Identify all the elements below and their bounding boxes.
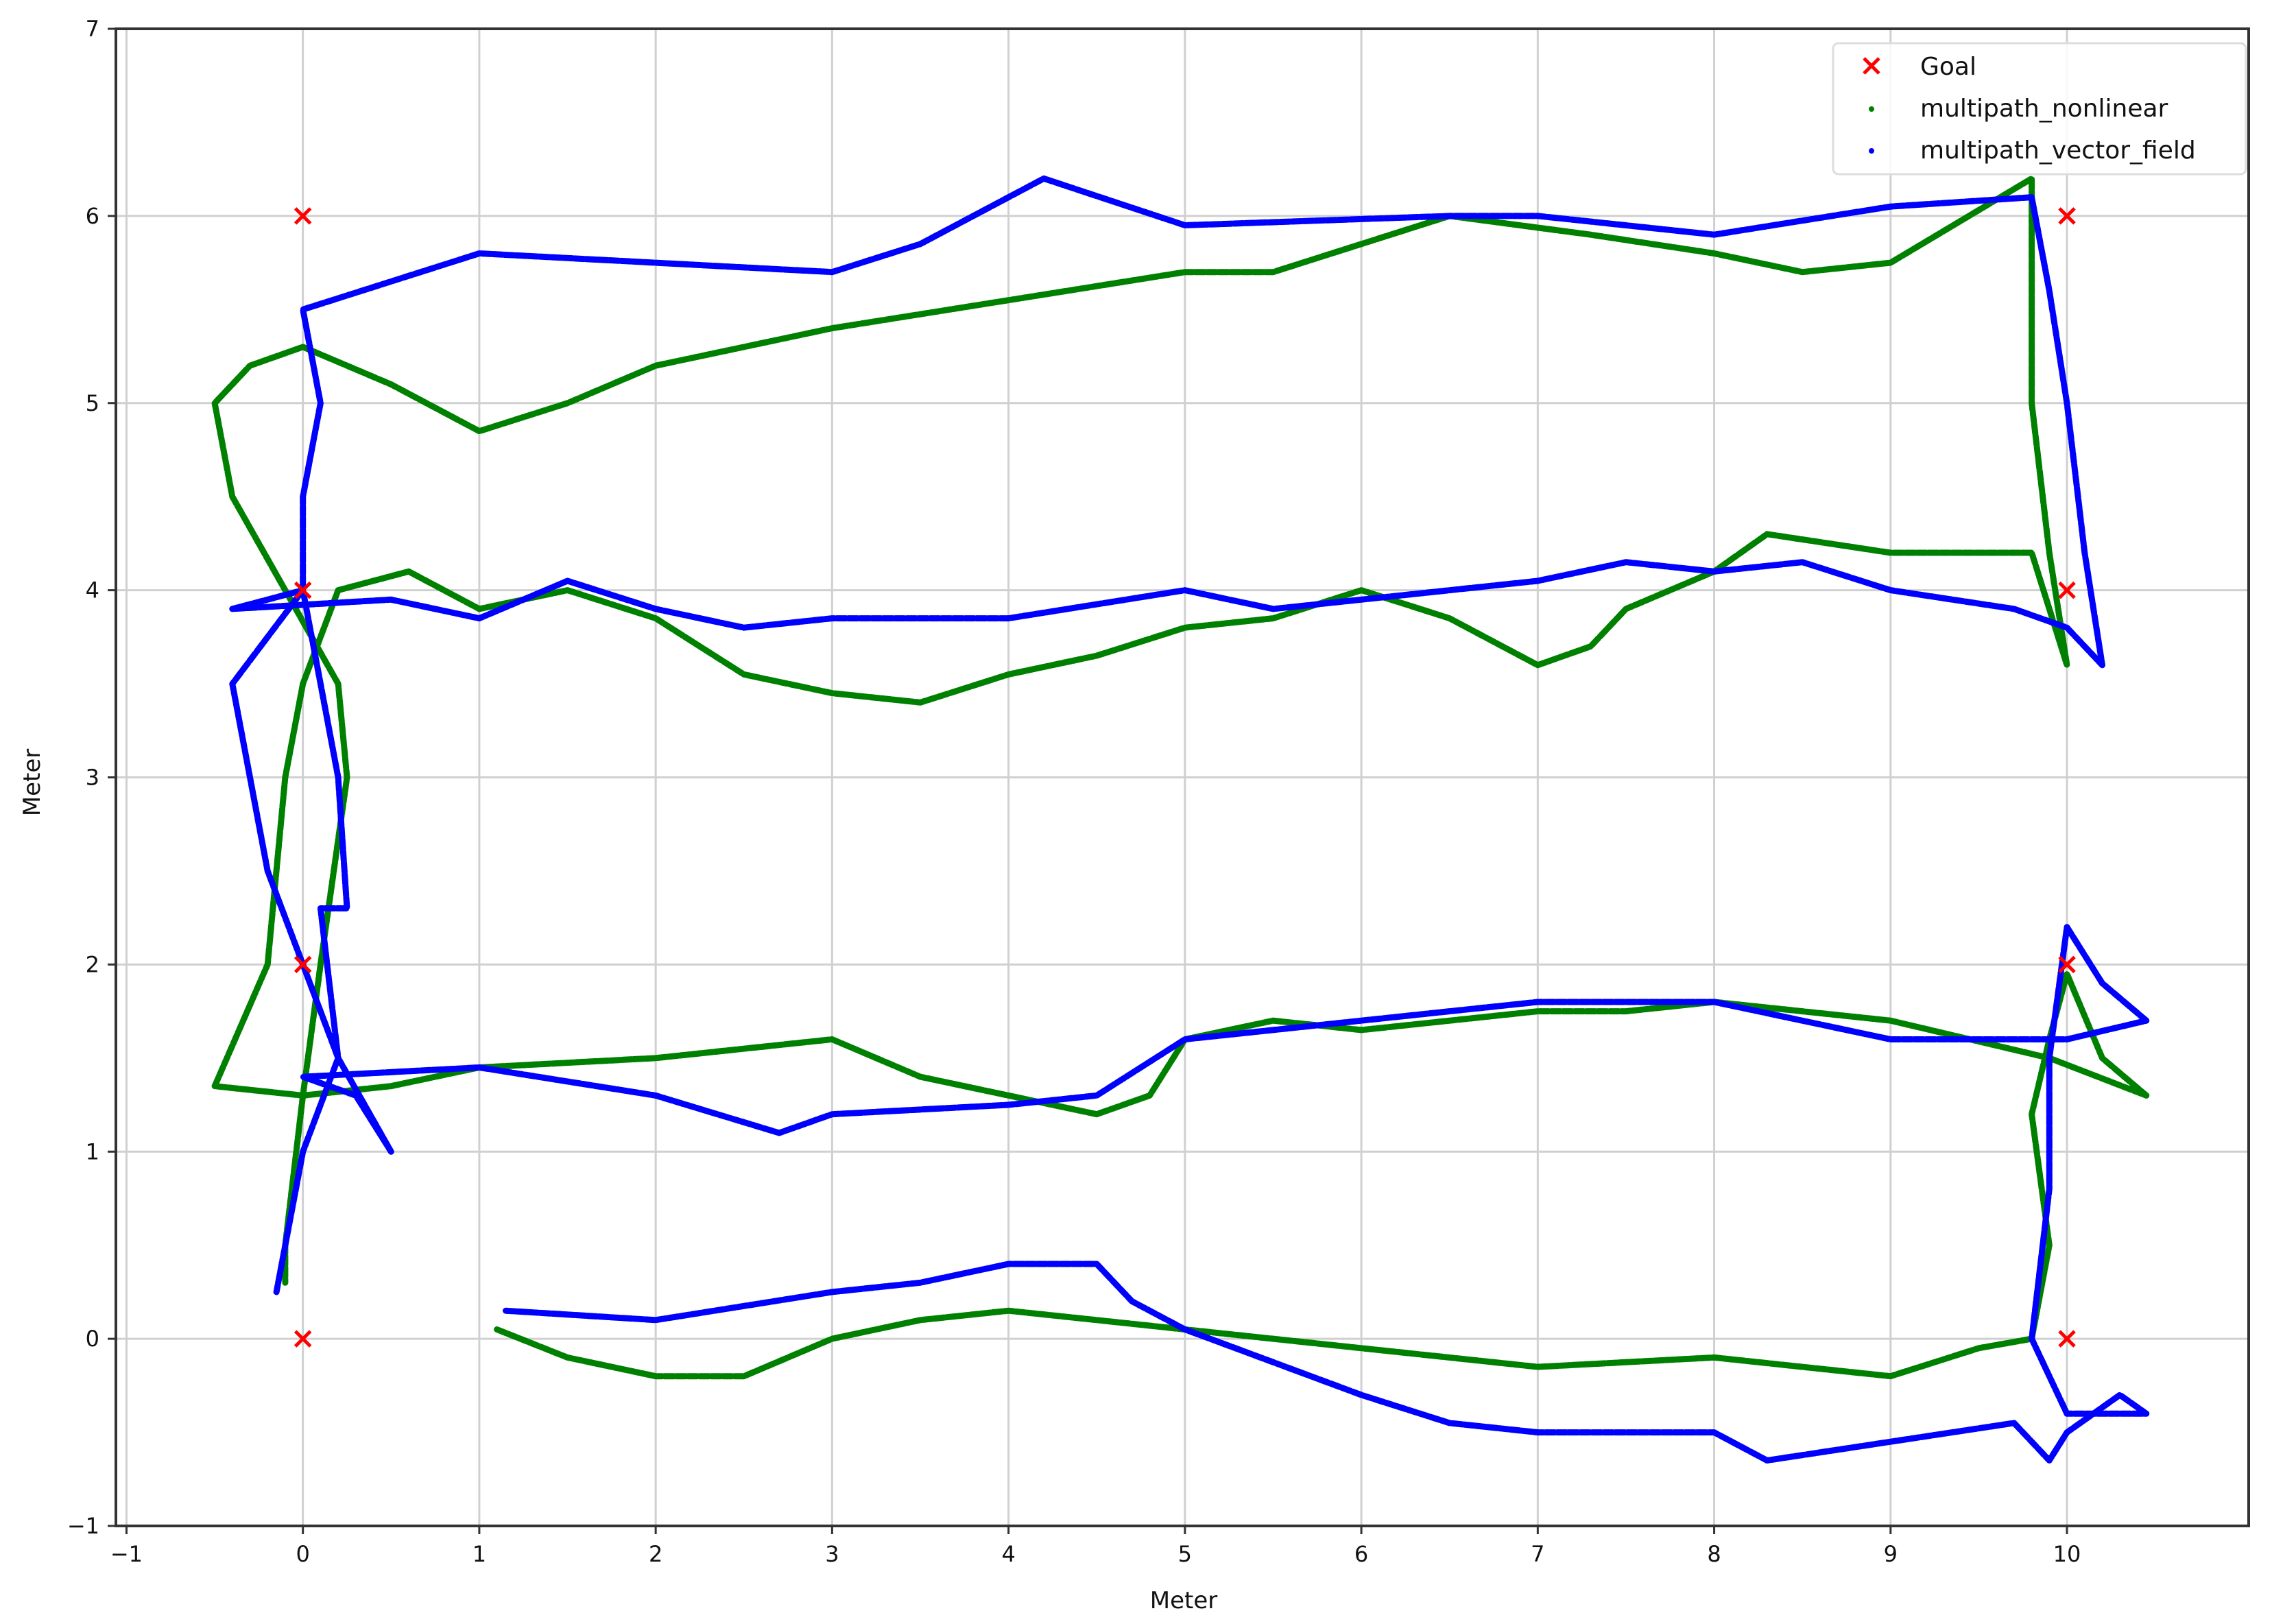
y-tick-label: 3 bbox=[86, 765, 99, 791]
y-tick-label: 2 bbox=[86, 951, 99, 977]
x-tick-label: 1 bbox=[473, 1541, 486, 1567]
x-tick-label: 10 bbox=[2053, 1541, 2081, 1567]
ticks: −1 0 1 2 3 4 5 6 7 8 9 10 −1 0 1 2 3 4 5 6 7 bbox=[67, 16, 2081, 1567]
x-tick-label: 4 bbox=[1001, 1541, 1015, 1567]
trajectory-chart: −1 0 1 2 3 4 5 6 7 8 9 10 −1 0 1 2 3 4 5 6 7 Meter Meter Goa… bbox=[19, 16, 2250, 1614]
x-tick-label: 8 bbox=[1707, 1541, 1721, 1567]
x-tick-label: 6 bbox=[1354, 1541, 1368, 1567]
y-tick-label: −1 bbox=[67, 1513, 99, 1539]
legend-label-vector-field: multipath_vector_field bbox=[1920, 136, 2196, 165]
x-axis-label: Meter bbox=[1150, 1587, 1218, 1614]
x-tick-label: 7 bbox=[1531, 1541, 1544, 1567]
y-tick-label: 6 bbox=[86, 203, 99, 229]
y-tick-label: 0 bbox=[86, 1326, 99, 1352]
x-tick-label: 3 bbox=[825, 1541, 839, 1567]
x-tick-label: 2 bbox=[649, 1541, 662, 1567]
legend-label-goal: Goal bbox=[1920, 53, 1976, 81]
series-multipath-vector-field bbox=[229, 175, 2150, 1464]
legend: Goal multipath_nonlinear multipath_vecto… bbox=[1832, 42, 2247, 176]
y-tick-label: 5 bbox=[86, 390, 99, 416]
series-layer bbox=[211, 175, 2150, 1464]
legend-vector-field-icon bbox=[1869, 148, 1874, 154]
y-tick-label: 1 bbox=[86, 1138, 99, 1165]
legend-label-nonlinear: multipath_nonlinear bbox=[1920, 95, 2168, 123]
legend-nonlinear-icon bbox=[1869, 106, 1874, 112]
y-tick-label: 7 bbox=[86, 16, 99, 42]
x-tick-label: −1 bbox=[110, 1541, 143, 1567]
x-tick-label: 0 bbox=[296, 1541, 309, 1567]
grid bbox=[116, 27, 2249, 1527]
y-axis-label: Meter bbox=[19, 749, 46, 817]
x-tick-label: 5 bbox=[1178, 1541, 1192, 1567]
x-tick-label: 9 bbox=[1884, 1541, 1898, 1567]
y-tick-label: 4 bbox=[86, 577, 99, 604]
